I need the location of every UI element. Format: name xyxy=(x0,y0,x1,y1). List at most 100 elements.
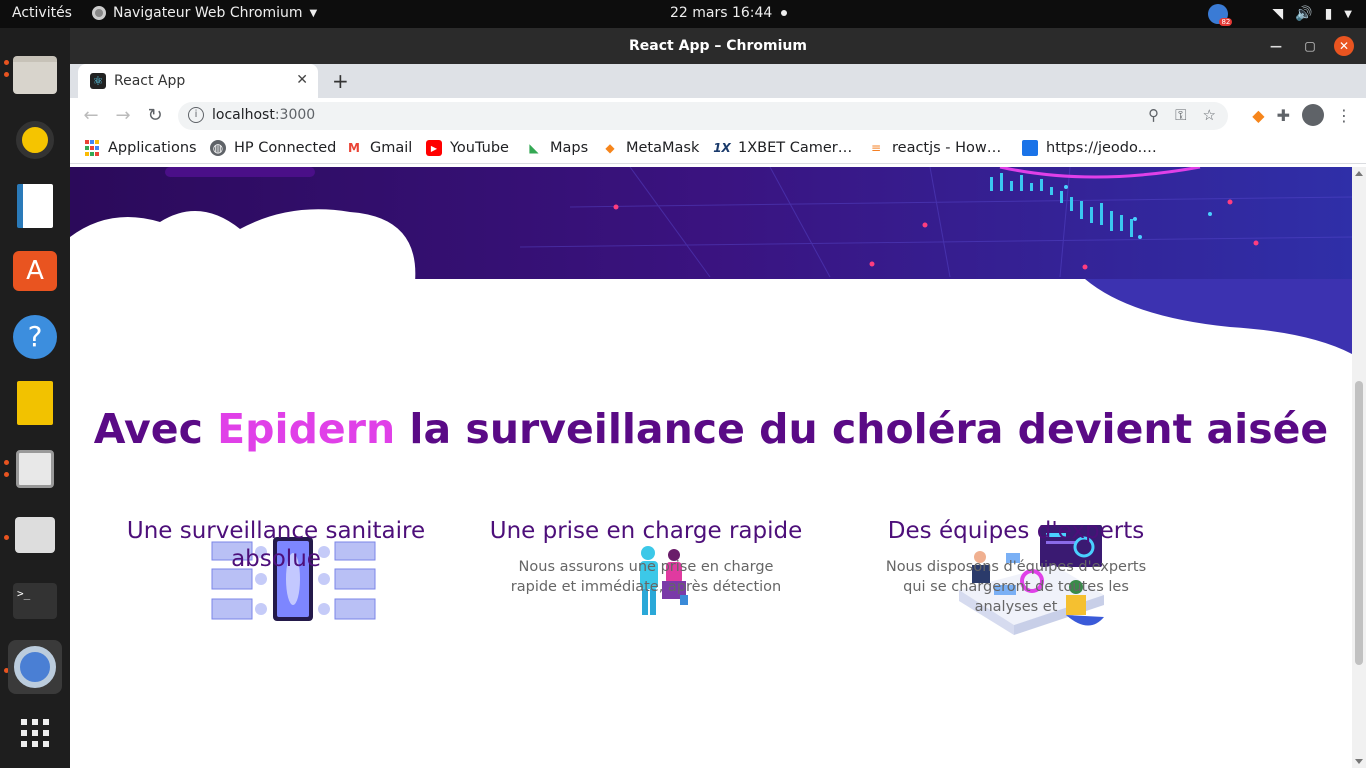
globe-icon: ◍ xyxy=(210,140,226,156)
volume-icon[interactable]: 🔊 xyxy=(1295,6,1312,22)
chromium-small-icon xyxy=(92,6,106,20)
bookmark-label: Maps xyxy=(550,140,589,156)
bookmark-label: YouTube xyxy=(450,140,509,156)
browser-toolbar: ← → ↻ i localhost:3000 ⚲ ⚿ ☆ ◆ ✚ ⋮ xyxy=(70,98,1366,134)
system-menu-chevron-icon[interactable]: ▼ xyxy=(1344,9,1352,20)
bookmark-maps[interactable]: ◣ Maps xyxy=(526,140,588,156)
bookmark-star-icon[interactable]: ☆ xyxy=(1203,106,1216,124)
chevron-down-icon: ▼ xyxy=(309,7,318,19)
dock: A ? >_ xyxy=(0,28,70,768)
close-tab-icon[interactable]: ✕ xyxy=(296,72,308,88)
clock[interactable]: 22 mars 16:44 xyxy=(670,5,787,21)
address-bar[interactable]: i localhost:3000 ⚲ ⚿ ☆ xyxy=(178,102,1228,130)
site-info-icon[interactable]: i xyxy=(188,107,204,123)
impress-icon[interactable] xyxy=(8,376,62,430)
bookmark-applications[interactable]: Applications xyxy=(84,140,197,156)
files-icon[interactable] xyxy=(8,48,62,102)
maps-icon: ◣ xyxy=(529,141,539,155)
feature-card-prise-en-charge: Une prise en charge rapide Nous assurons… xyxy=(476,517,816,597)
page-viewport: Avec Epidern la surveillance du choléra … xyxy=(70,167,1352,768)
section-headline: Avec Epidern la surveillance du choléra … xyxy=(70,405,1352,453)
show-apps-icon[interactable] xyxy=(8,706,62,760)
feature-title: Une prise en charge rapide xyxy=(489,518,803,544)
reload-button[interactable]: ↻ xyxy=(144,105,166,127)
software-center-icon[interactable]: A xyxy=(8,244,62,298)
feature-description: Nous assurons une prise en charge rapide… xyxy=(510,559,782,595)
forward-button[interactable]: → xyxy=(112,105,134,127)
minimize-button[interactable]: — xyxy=(1266,36,1286,56)
feature-title: Des équipes d'experts xyxy=(887,518,1145,544)
app-menu[interactable]: Navigateur Web Chromium ▼ xyxy=(92,5,317,21)
tab-react-app[interactable]: ⚛ React App ✕ xyxy=(78,64,318,98)
feature-title: Une surveillance sanitaire absolue xyxy=(126,518,426,572)
window-title-bar[interactable]: React App – Chromium — ▢ ✕ xyxy=(70,28,1366,64)
bookmark-label: 1XBET Camer… xyxy=(738,140,853,156)
wifi-icon[interactable]: ◥ xyxy=(1272,6,1283,22)
bookmark-label: Applications xyxy=(108,140,197,156)
kebab-menu-icon[interactable]: ⋮ xyxy=(1336,106,1352,125)
image-viewer-icon[interactable] xyxy=(8,442,62,496)
clock-label: 22 mars 16:44 xyxy=(670,5,773,21)
notification-dot-icon xyxy=(780,10,787,16)
bookmark-jeodo[interactable]: https://jeodo.… xyxy=(1022,140,1157,156)
bookmark-youtube[interactable]: ▶ YouTube xyxy=(426,140,509,156)
stackoverflow-icon: ≡ xyxy=(870,141,882,155)
bookmark-gmail[interactable]: M Gmail xyxy=(346,140,412,156)
rhythmbox-icon[interactable] xyxy=(8,113,62,167)
page-icon xyxy=(1022,140,1038,156)
close-window-button[interactable]: ✕ xyxy=(1334,36,1354,56)
metamask-icon: ◆ xyxy=(605,141,615,155)
battery-icon[interactable]: ▮ xyxy=(1325,6,1333,22)
extensions-puzzle-icon[interactable]: ✚ xyxy=(1277,106,1290,125)
back-button[interactable]: ← xyxy=(80,105,102,127)
react-favicon-icon: ⚛ xyxy=(90,73,106,89)
key-icon[interactable]: ⚿ xyxy=(1175,106,1186,124)
url-port: :3000 xyxy=(274,107,316,123)
feature-card-experts: Des équipes d'experts Nous disposons d'é… xyxy=(846,517,1186,617)
system-tray[interactable]: 82 ◥ 🔊 ▮ ▼ xyxy=(1208,4,1352,26)
scroll-up-arrow-icon[interactable] xyxy=(1355,171,1363,176)
bookmark-hp-connected[interactable]: ◍ HP Connected xyxy=(210,140,336,156)
new-tab-button[interactable]: + xyxy=(332,69,349,93)
bookmark-label: reactjs - How… xyxy=(892,140,1002,156)
url-host: localhost xyxy=(212,107,275,123)
system-top-bar: Activités Navigateur Web Chromium ▼ 22 m… xyxy=(0,0,1366,28)
bookmark-reactjs[interactable]: ≡ reactjs - How… xyxy=(868,140,1001,156)
tab-title: React App xyxy=(114,73,186,89)
apps-grid-icon xyxy=(84,140,100,156)
headline-brand: Epidern xyxy=(217,405,396,453)
search-app-icon[interactable] xyxy=(8,508,62,562)
youtube-icon: ▶ xyxy=(426,140,442,156)
tab-strip: ⚛ React App ✕ + xyxy=(70,64,1366,98)
headline-part-2: la surveillance du choléra devient aisée xyxy=(395,405,1329,453)
bookmarks-bar: Applications ◍ HP Connected M Gmail ▶ Yo… xyxy=(70,134,1366,164)
feature-description: Nous disposons d'équipes d'experts qui s… xyxy=(885,559,1147,615)
app-menu-label: Navigateur Web Chromium xyxy=(113,5,303,21)
bookmark-metamask[interactable]: ◆ MetaMask xyxy=(602,140,699,156)
hero-banner xyxy=(70,167,1352,367)
headline-part-1: Avec xyxy=(93,405,218,453)
feature-card-surveillance: Une surveillance sanitaire absolue xyxy=(106,517,446,585)
help-icon[interactable]: ? xyxy=(8,310,62,364)
chromium-icon[interactable] xyxy=(8,640,62,694)
bookmark-label: Gmail xyxy=(370,140,413,156)
writer-icon[interactable] xyxy=(8,179,62,233)
bookmark-label: https://jeodo.… xyxy=(1046,140,1157,156)
scroll-down-arrow-icon[interactable] xyxy=(1355,759,1363,764)
update-count-badge: 82 xyxy=(1219,18,1233,26)
update-notifier-icon[interactable]: 82 xyxy=(1208,4,1233,26)
terminal-icon[interactable]: >_ xyxy=(8,574,62,628)
metamask-extension-icon[interactable]: ◆ xyxy=(1252,106,1264,125)
page-scrollbar[interactable] xyxy=(1352,167,1366,768)
window-title: React App – Chromium xyxy=(629,38,807,54)
1xbet-icon: 1X xyxy=(713,141,731,155)
url-text[interactable]: localhost:3000 xyxy=(212,107,315,123)
location-pin-icon[interactable]: ⚲ xyxy=(1148,106,1159,124)
activities-button[interactable]: Activités xyxy=(12,5,72,21)
profile-avatar-icon[interactable] xyxy=(1302,104,1324,126)
maximize-button[interactable]: ▢ xyxy=(1300,36,1320,56)
scrollbar-thumb[interactable] xyxy=(1355,381,1363,665)
bookmark-label: MetaMask xyxy=(626,140,700,156)
bookmark-label: HP Connected xyxy=(234,140,337,156)
bookmark-1xbet[interactable]: 1X 1XBET Camer… xyxy=(713,140,853,156)
